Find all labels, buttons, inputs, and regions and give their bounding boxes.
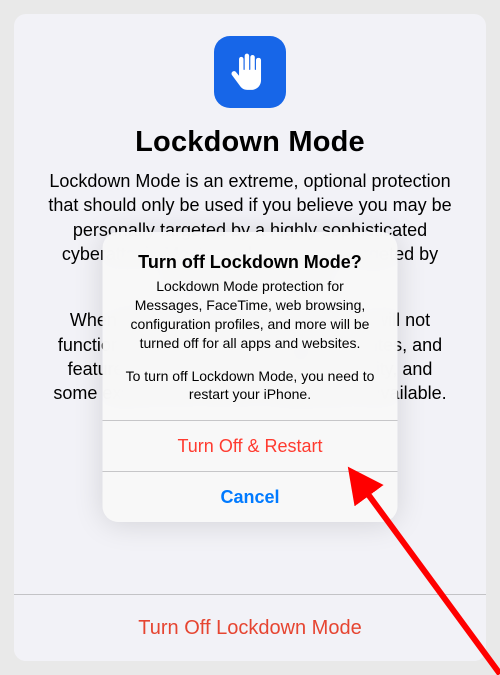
alert-message-1: Lockdown Mode protection for Messages, F… [121, 277, 380, 353]
alert-content: Turn off Lockdown Mode? Lockdown Mode pr… [103, 232, 398, 420]
alert-message-2: To turn off Lockdown Mode, you need to r… [121, 367, 380, 405]
screen: Lockdown Mode Lockdown Mode is an extrem… [0, 0, 500, 675]
turn-off-and-restart-button[interactable]: Turn Off & Restart [103, 420, 398, 471]
confirm-alert: Turn off Lockdown Mode? Lockdown Mode pr… [103, 232, 398, 522]
cancel-button[interactable]: Cancel [103, 471, 398, 522]
alert-message: Lockdown Mode protection for Messages, F… [121, 277, 380, 404]
alert-title: Turn off Lockdown Mode? [121, 252, 380, 273]
modal-overlay: Turn off Lockdown Mode? Lockdown Mode pr… [14, 14, 486, 661]
